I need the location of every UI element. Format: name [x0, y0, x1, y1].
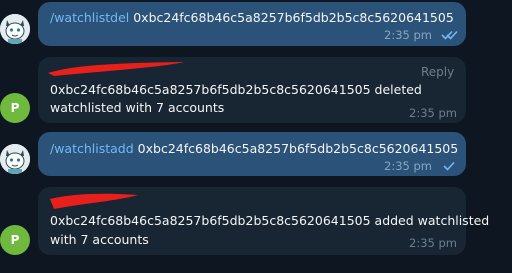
message-bubble-outgoing[interactable]: /watchlistadd 0xbc24fc68b46c5a8257b6f5db… [38, 132, 466, 176]
message-line-1: 0xbc24fc68b46c5a8257b6f5db2b5c8c56206415… [50, 82, 422, 97]
message-bubble-incoming[interactable]: Reply 0xbc24fc68b46c5a8257b6f5db2b5c8c56… [38, 57, 466, 123]
bot-avatar-icon [0, 14, 30, 44]
address-text: 0xbc24fc68b46c5a8257b6f5db2b5c8c56206415… [129, 10, 454, 25]
message-text: /watchlistadd 0xbc24fc68b46c5a8257b6f5db… [50, 141, 458, 156]
message-line-1: 0xbc24fc68b46c5a8257b6f5db2b5c8c56206415… [50, 213, 490, 228]
double-check-icon [441, 30, 458, 40]
bot-avatar[interactable] [0, 14, 30, 44]
message-time: 2:35 pm [409, 236, 457, 250]
message-line-2: with 7 accounts [50, 232, 149, 247]
user-avatar-p[interactable]: P [0, 225, 30, 255]
message-line-2: watchlisted with 7 accounts [50, 100, 225, 115]
message-text: /watchlistdel 0xbc24fc68b46c5a8257b6f5db… [50, 10, 454, 25]
user-avatar-p[interactable]: P [0, 93, 30, 123]
command-link[interactable]: /watchlistdel [50, 10, 129, 25]
redaction-mark [48, 62, 184, 76]
message-time: 2:35 pm [409, 106, 457, 120]
bot-avatar[interactable] [0, 144, 30, 174]
reply-button[interactable]: Reply [421, 65, 454, 79]
message-bubble-outgoing[interactable]: /watchlistdel 0xbc24fc68b46c5a8257b6f5db… [38, 2, 466, 46]
bot-avatar-icon [0, 144, 30, 174]
redaction-mark [50, 193, 138, 209]
message-time: 2:35 pm [384, 159, 432, 173]
address-text: 0xbc24fc68b46c5a8257b6f5db2b5c8c56206415… [133, 141, 459, 156]
single-check-icon [443, 161, 455, 171]
message-time: 2:35 pm [384, 28, 432, 42]
message-bubble-incoming[interactable]: 0xbc24fc68b46c5a8257b6f5db2b5c8c56206415… [38, 187, 489, 255]
command-link[interactable]: /watchlistadd [50, 141, 134, 156]
